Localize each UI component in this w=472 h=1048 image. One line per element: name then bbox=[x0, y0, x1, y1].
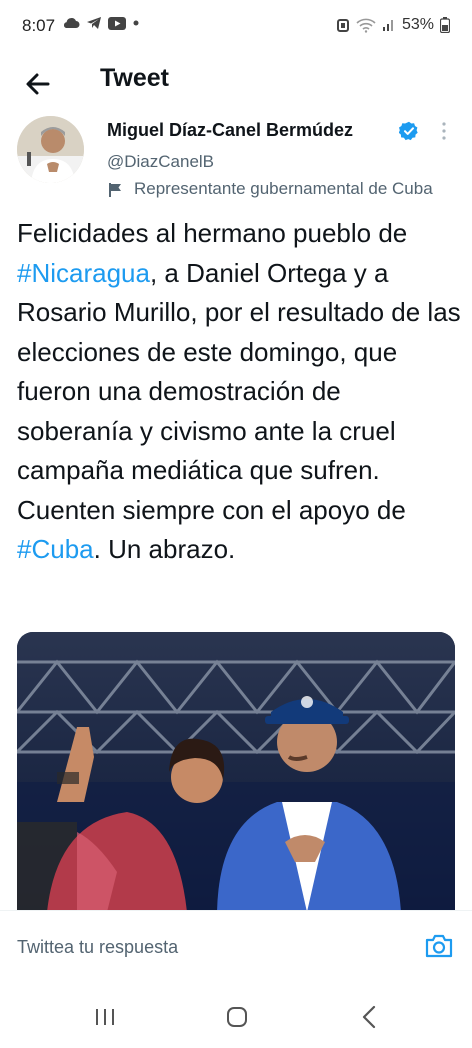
avatar[interactable] bbox=[17, 116, 84, 183]
tweet-text-part: Felicidades al hermano pueblo de bbox=[17, 218, 408, 248]
telegram-icon bbox=[87, 17, 101, 29]
avatar-image bbox=[17, 116, 84, 183]
verified-badge-icon bbox=[399, 121, 418, 141]
alarm-icon bbox=[336, 19, 349, 32]
status-time: 8:07 bbox=[22, 16, 56, 35]
tweet-photo[interactable] bbox=[17, 632, 455, 912]
back-nav-icon[interactable] bbox=[360, 1004, 378, 1030]
tweet-text-part: , a Daniel Ortega y a Rosario Murillo, p… bbox=[17, 257, 461, 525]
signal-icon bbox=[382, 20, 393, 31]
page-title: Tweet bbox=[100, 64, 169, 92]
photo-image bbox=[17, 632, 455, 912]
reply-bar: Twittea tu respuesta bbox=[0, 910, 472, 982]
navigation-bar bbox=[0, 982, 472, 1048]
wifi-icon bbox=[356, 18, 376, 33]
recent-apps-icon[interactable] bbox=[94, 1006, 116, 1028]
hashtag-link[interactable]: #Cuba bbox=[17, 534, 94, 564]
status-left-icons bbox=[62, 16, 140, 30]
tweet-header: Tweet bbox=[0, 56, 472, 114]
reply-input[interactable]: Twittea tu respuesta bbox=[17, 937, 178, 958]
hashtag-link[interactable]: #Nicaragua bbox=[17, 258, 150, 288]
status-right-icons: 53% bbox=[336, 16, 450, 34]
more-options-icon[interactable] bbox=[440, 120, 448, 142]
battery-percent: 53% bbox=[401, 16, 434, 33]
government-label[interactable]: Representante gubernamental de Cuba bbox=[134, 179, 472, 199]
camera-icon[interactable] bbox=[425, 933, 453, 959]
tweet-text: Felicidades al hermano pueblo de #Nicara… bbox=[17, 214, 461, 570]
cloud-icon bbox=[63, 18, 80, 28]
author-name[interactable]: Miguel Díaz-Canel Bermúdez bbox=[107, 120, 353, 141]
flag-icon bbox=[109, 183, 121, 197]
tweet-text-part: . Un abrazo. bbox=[93, 534, 236, 564]
battery-icon bbox=[440, 17, 450, 33]
back-arrow-icon[interactable] bbox=[22, 68, 54, 100]
home-icon[interactable] bbox=[226, 1006, 248, 1028]
youtube-icon bbox=[108, 16, 126, 30]
author-handle[interactable]: @DiazCanelB bbox=[107, 152, 214, 172]
dot-icon bbox=[133, 20, 139, 26]
status-bar: 8:07 53% bbox=[0, 0, 472, 56]
